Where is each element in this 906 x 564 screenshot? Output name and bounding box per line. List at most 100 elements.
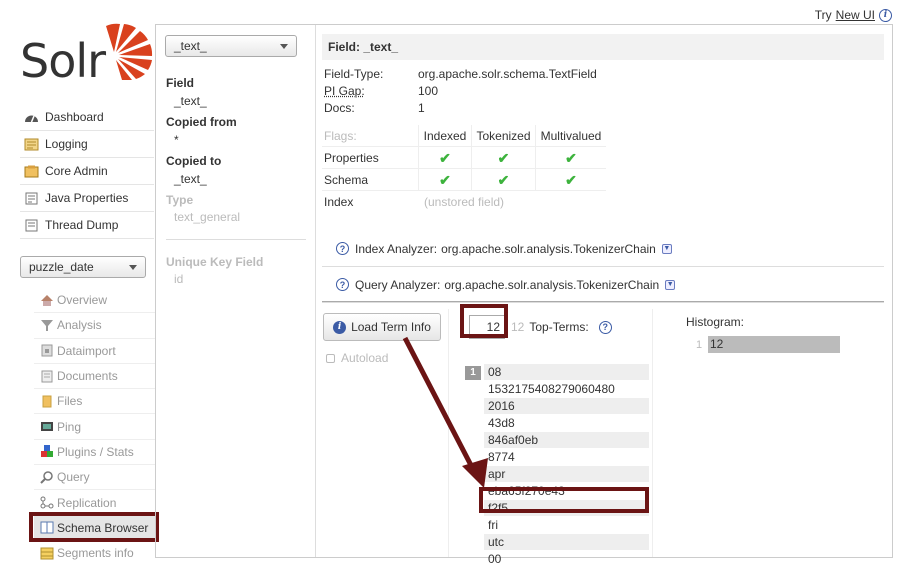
checkbox-icon[interactable] xyxy=(326,353,335,363)
flags-row-properties: Properties ✔ ✔ ✔ xyxy=(322,146,606,169)
thread-dump-icon xyxy=(23,218,39,232)
help-icon[interactable]: ? xyxy=(336,242,349,255)
pi-gap-value: 100 xyxy=(418,84,439,98)
divider xyxy=(166,239,306,240)
nav-java-properties[interactable]: Java Properties xyxy=(20,185,154,212)
replication-icon xyxy=(39,496,55,510)
core-nav-label: Analysis xyxy=(57,318,102,333)
core-nav-segments[interactable]: Segments info xyxy=(34,541,156,564)
core-nav-documents[interactable]: Documents xyxy=(34,364,156,390)
load-term-info-button[interactable]: i Load Term Info xyxy=(323,313,441,341)
core-nav-label: Overview xyxy=(57,293,108,308)
core-nav-plugins[interactable]: Plugins / Stats xyxy=(34,440,156,466)
list-item[interactable]: utc xyxy=(484,533,649,550)
core-nav-files[interactable]: Files xyxy=(34,389,156,415)
list-item[interactable]: 2016 xyxy=(484,397,649,414)
top-terms-label: Top-Terms: xyxy=(529,320,589,334)
field-type-value: org.apache.solr.schema.TextField xyxy=(418,67,597,81)
help-icon[interactable]: ? xyxy=(598,320,612,334)
core-nav-overview[interactable]: Overview xyxy=(34,288,156,314)
list-item[interactable]: 8774 xyxy=(484,448,649,465)
field-selector[interactable]: _text_ xyxy=(165,35,297,57)
list-item[interactable]: apr xyxy=(484,465,649,482)
count-input-highlight xyxy=(460,304,508,338)
list-item[interactable]: 00 xyxy=(484,550,649,564)
schema-browser-highlight xyxy=(29,512,159,542)
help-icon[interactable]: ? xyxy=(336,278,349,291)
expand-icon[interactable]: ▼ xyxy=(665,279,676,290)
field-header: Field: _text_ xyxy=(322,34,884,60)
schema-label: Schema xyxy=(324,172,369,187)
info-icon: i xyxy=(333,320,347,334)
logging-icon xyxy=(23,137,39,151)
dataimport-icon xyxy=(39,344,55,358)
new-ui-link[interactable]: New UI xyxy=(836,8,875,22)
expand-icon[interactable]: ▼ xyxy=(661,243,672,254)
files-icon xyxy=(39,394,55,408)
histogram-key: 1 xyxy=(696,338,703,351)
term-frequency-badge: 1 xyxy=(465,366,481,380)
solr-logo[interactable]: Solr xyxy=(20,22,153,88)
type-value[interactable]: text_general xyxy=(174,210,240,224)
flags-row-schema: Schema ✔ ✔ ✔ xyxy=(322,168,606,191)
chevron-down-icon xyxy=(129,265,137,270)
core-nav-label: Replication xyxy=(57,495,117,510)
core-nav-analysis[interactable]: Analysis xyxy=(34,313,156,339)
nav-logging[interactable]: Logging xyxy=(20,131,154,158)
try-label: Try xyxy=(814,8,832,22)
analysis-icon xyxy=(39,318,55,332)
list-item[interactable]: 846af0eb xyxy=(484,431,649,448)
flags-table: Flags: Indexed Tokenized Multivalued Pro… xyxy=(322,124,606,213)
field-value: _text_ xyxy=(174,94,207,108)
check-icon: ✔ xyxy=(418,146,472,169)
type-label: Type xyxy=(166,193,194,207)
load-term-info-label: Load Term Info xyxy=(351,320,431,334)
core-nav-label: Plugins / Stats xyxy=(57,444,134,459)
core-nav-query[interactable]: Query xyxy=(34,465,156,491)
unique-key-value[interactable]: id xyxy=(174,272,183,286)
top-terms-panel: 12 12 Top-Terms: ? 1 08 1532175408279060… xyxy=(448,309,653,564)
flags-header-row: Flags: Indexed Tokenized Multivalued xyxy=(322,124,606,147)
check-icon: ✔ xyxy=(565,171,577,188)
flags-col-indexed: Indexed xyxy=(418,124,472,147)
index-analyzer-label: Index Analyzer: xyxy=(355,241,438,256)
index-analyzer[interactable]: ? Index Analyzer: org.apache.solr.analys… xyxy=(322,231,884,267)
documents-icon xyxy=(39,369,55,383)
main-nav: Dashboard Logging Core Admin Java Proper… xyxy=(20,104,154,239)
nav-core-admin[interactable]: Core Admin xyxy=(20,158,154,185)
divider xyxy=(322,301,884,302)
check-icon: ✔ xyxy=(472,146,536,169)
info-icon[interactable]: i xyxy=(879,8,892,22)
list-item[interactable]: 1532175408279060480 xyxy=(484,380,649,397)
nav-label: Dashboard xyxy=(45,110,104,124)
list-item[interactable]: 43d8 xyxy=(484,414,649,431)
ping-icon xyxy=(39,420,55,434)
list-item[interactable]: fri xyxy=(484,516,649,533)
field-label: Field xyxy=(166,76,195,90)
core-selector[interactable]: puzzle_date xyxy=(20,256,146,278)
check-icon: ✔ xyxy=(565,149,577,166)
solr-sun-icon xyxy=(106,23,153,80)
core-nav-ping[interactable]: Ping xyxy=(34,414,156,440)
core-nav-dataimport[interactable]: Dataimport xyxy=(34,339,156,364)
index-analyzer-value: org.apache.solr.analysis.TokenizerChain xyxy=(441,241,656,256)
list-item[interactable]: 08 xyxy=(484,363,649,380)
histogram-bar: 12 xyxy=(708,336,840,353)
autoload-checkbox[interactable]: Autoload xyxy=(326,351,388,365)
nav-thread-dump[interactable]: Thread Dump xyxy=(20,212,154,239)
term-fri-highlight xyxy=(479,487,649,513)
core-nav-label: Files xyxy=(57,394,83,409)
query-analyzer[interactable]: ? Query Analyzer: org.apache.solr.analys… xyxy=(322,267,884,303)
docs-value: 1 xyxy=(418,101,425,115)
term-list: 08 1532175408279060480 2016 43d8 846af0e… xyxy=(484,363,649,564)
nav-dashboard[interactable]: Dashboard xyxy=(20,104,154,131)
segments-icon xyxy=(39,546,55,560)
check-icon: ✔ xyxy=(418,168,472,191)
flags-col-multivalued: Multivalued xyxy=(540,128,602,143)
core-nav-label: Ping xyxy=(57,419,82,434)
properties-label: Properties xyxy=(324,150,379,165)
copied-to-value[interactable]: _text_ xyxy=(174,172,207,186)
index-value: (unstored field) xyxy=(424,195,505,209)
field-sidebar: _text_ Field _text_ Copied from * Copied… xyxy=(156,25,316,557)
schema-browser-panel: _text_ Field _text_ Copied from * Copied… xyxy=(155,24,893,564)
